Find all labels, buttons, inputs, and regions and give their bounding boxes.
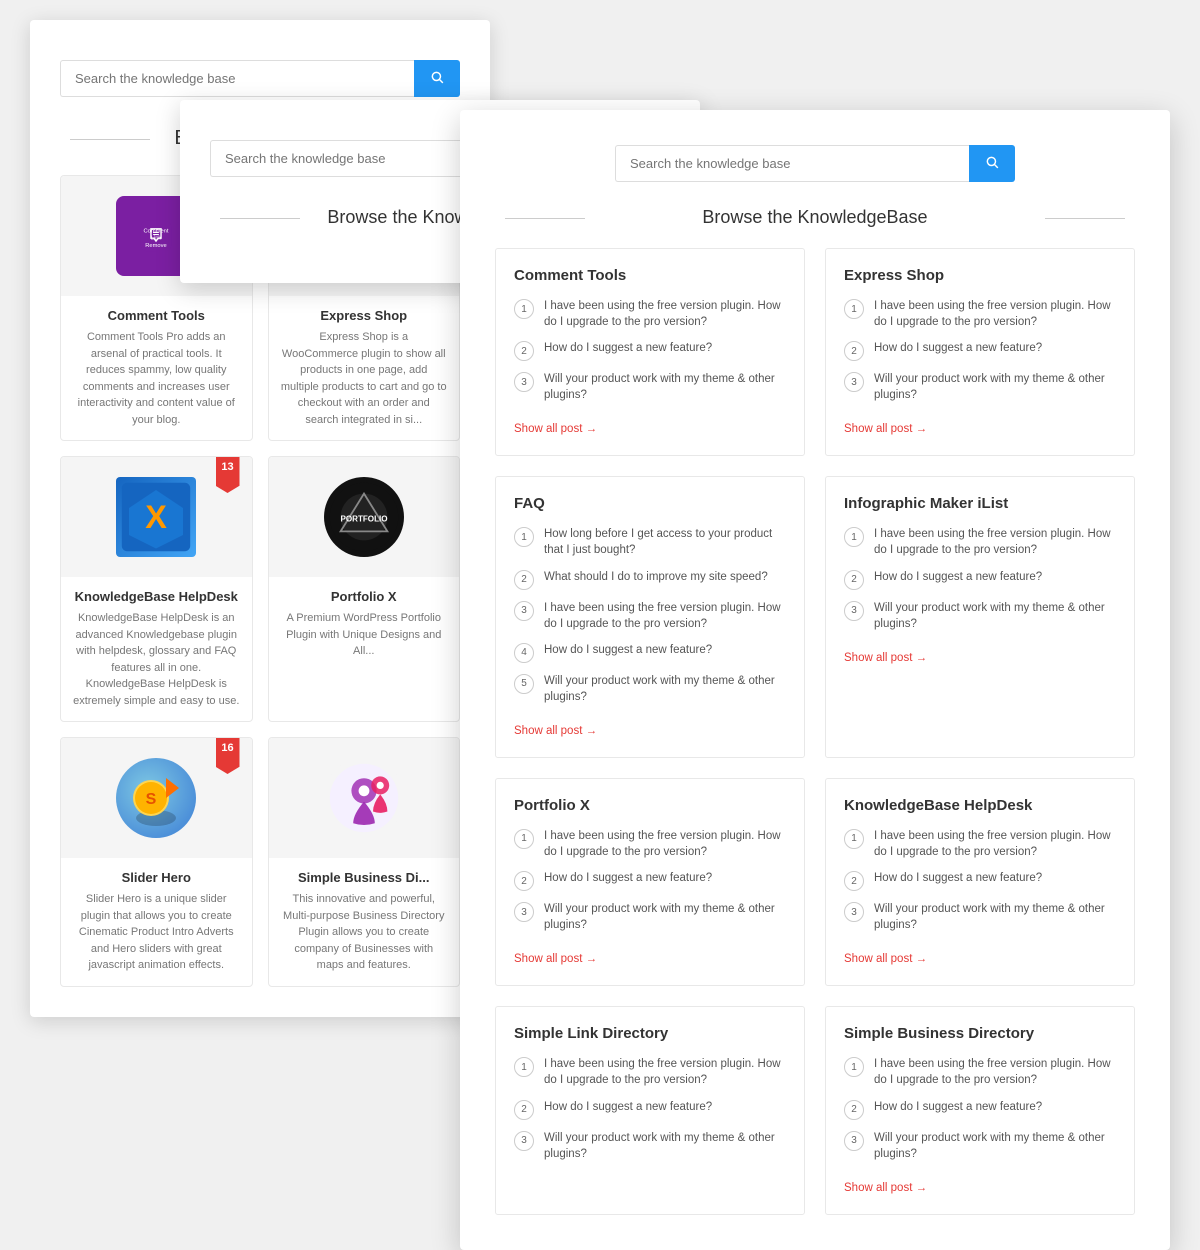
plugin-card-body-portfolio-x: Portfolio X A Premium WordPress Portfoli… — [269, 577, 460, 672]
plugin-card-image-slider-hero: 16 S — [61, 738, 252, 858]
plugin-name-portfolio-x: Portfolio X — [281, 589, 448, 604]
search-button-back[interactable] — [414, 60, 460, 97]
plugin-card-body-slider-hero: Slider Hero Slider Hero is a unique slid… — [61, 858, 252, 986]
kb-item: 1 I have been using the free version plu… — [514, 298, 786, 330]
browse-title-front: Browse the KnowledgeBase — [495, 207, 1135, 228]
plugin-desc-portfolio-x: A Premium WordPress Portfolio Plugin wit… — [281, 610, 448, 660]
plugin-desc-slider-hero: Slider Hero is a unique slider plugin th… — [73, 891, 240, 974]
plugin-desc-simple-biz: This innovative and powerful, Multi-purp… — [281, 891, 448, 974]
plugin-card-simple-biz[interactable]: Simple Business Di... This innovative an… — [268, 737, 461, 987]
show-all-infographic[interactable]: Show all post — [844, 652, 927, 664]
plugin-card-kb-helpdesk[interactable]: 13 X KnowledgeBase HelpDesk KnowledgeBas… — [60, 456, 253, 722]
kb-section-title-kb-helpdesk: KnowledgeBase HelpDesk — [844, 797, 1116, 814]
kb-item: 1 I have been using the free version plu… — [844, 526, 1116, 558]
plugin-desc-express-shop: Express Shop is a WooCommerce plugin to … — [281, 329, 448, 428]
plugin-name-simple-biz: Simple Business Di... — [281, 870, 448, 885]
plugin-card-portfolio-x[interactable]: PORTFOLIO Portfolio X A Premium WordPres… — [268, 456, 461, 722]
svg-text:X: X — [145, 499, 167, 535]
kb-item: 2 How do I suggest a new feature? — [514, 870, 786, 891]
kb-item: 5 Will your product work with my theme &… — [514, 673, 786, 705]
kb-sections-grid: Comment Tools 1 I have been using the fr… — [495, 248, 1135, 1215]
kb-section-title-simple-link: Simple Link Directory — [514, 1025, 786, 1042]
icon-slider-hero: S — [116, 758, 196, 838]
kb-section-faq: FAQ 1 How long before I get access to yo… — [495, 476, 805, 758]
search-button-front[interactable] — [969, 145, 1015, 182]
plugin-card-body-simple-biz: Simple Business Di... This innovative an… — [269, 858, 460, 986]
kb-item: 1 I have been using the free version plu… — [514, 828, 786, 860]
kb-item: 2 How do I suggest a new feature? — [844, 340, 1116, 361]
kb-item: 1 I have been using the free version plu… — [514, 1056, 786, 1088]
svg-text:S: S — [146, 791, 157, 808]
show-all-simple-biz[interactable]: Show all post — [844, 1182, 927, 1194]
plugin-name-kb-helpdesk: KnowledgeBase HelpDesk — [73, 589, 240, 604]
kb-section-simple-link: Simple Link Directory 1 I have been usin… — [495, 1006, 805, 1214]
kb-item: 3 Will your product work with my theme &… — [844, 600, 1116, 632]
plugin-name-express-shop: Express Shop — [281, 308, 448, 323]
kb-item: 2 How do I suggest a new feature? — [844, 1099, 1116, 1120]
kb-section-comment-tools: Comment Tools 1 I have been using the fr… — [495, 248, 805, 456]
kb-item: 3 I have been using the free version plu… — [514, 600, 786, 632]
card-layer-front: Browse the KnowledgeBase Comment Tools 1… — [460, 110, 1170, 1250]
plugin-grid: 12 Comment Link Remove Comment Tools Com… — [60, 175, 460, 987]
kb-item: 2 How do I suggest a new feature? — [844, 569, 1116, 590]
plugin-desc-comment-tools: Comment Tools Pro adds an arsenal of pra… — [73, 329, 240, 428]
search-bar-back — [60, 60, 460, 97]
kb-section-infographic: Infographic Maker iList 1 I have been us… — [825, 476, 1135, 758]
kb-item: 2 What should I do to improve my site sp… — [514, 569, 786, 590]
kb-item: 3 Will your product work with my theme &… — [844, 1130, 1116, 1162]
search-input-back[interactable] — [60, 60, 414, 97]
icon-simple-biz — [324, 758, 404, 838]
plugin-card-body-comment-tools: Comment Tools Comment Tools Pro adds an … — [61, 296, 252, 440]
badge-slider-hero: 16 — [216, 738, 240, 774]
kb-item: 2 How do I suggest a new feature? — [844, 870, 1116, 891]
kb-item: 1 I have been using the free version plu… — [844, 828, 1116, 860]
icon-kb-helpdesk: X — [116, 477, 196, 557]
plugin-card-image-kb-helpdesk: 13 X — [61, 457, 252, 577]
plugin-name-comment-tools: Comment Tools — [73, 308, 240, 323]
kb-section-title-simple-biz: Simple Business Directory — [844, 1025, 1116, 1042]
show-all-portfolio-x[interactable]: Show all post — [514, 953, 597, 965]
show-all-express-shop[interactable]: Show all post — [844, 423, 927, 435]
icon-portfolio-x: PORTFOLIO — [324, 477, 404, 557]
kb-section-kb-helpdesk: KnowledgeBase HelpDesk 1 I have been usi… — [825, 778, 1135, 986]
plugin-desc-kb-helpdesk: KnowledgeBase HelpDesk is an advanced Kn… — [73, 610, 240, 709]
kb-item: 4 How do I suggest a new feature? — [514, 642, 786, 663]
kb-item: 3 Will your product work with my theme &… — [844, 901, 1116, 933]
kb-section-title-express-shop: Express Shop — [844, 267, 1116, 284]
kb-section-title-faq: FAQ — [514, 495, 786, 512]
search-input-front[interactable] — [615, 145, 969, 182]
kb-section-title-infographic: Infographic Maker iList — [844, 495, 1116, 512]
kb-item: 2 How do I suggest a new feature? — [514, 340, 786, 361]
show-all-faq[interactable]: Show all post — [514, 725, 597, 737]
kb-item: 3 Will your product work with my theme &… — [514, 371, 786, 403]
show-all-kb-helpdesk[interactable]: Show all post — [844, 953, 927, 965]
kb-item: 1 How long before I get access to your p… — [514, 526, 786, 558]
svg-text:Remove: Remove — [146, 243, 167, 249]
kb-section-simple-biz: Simple Business Directory 1 I have been … — [825, 1006, 1135, 1214]
kb-item: 2 How do I suggest a new feature? — [514, 1099, 786, 1120]
plugin-card-image-simple-biz — [269, 738, 460, 858]
badge-kb-helpdesk: 13 — [216, 457, 240, 493]
kb-section-express-shop: Express Shop 1 I have been using the fre… — [825, 248, 1135, 456]
show-all-comment-tools[interactable]: Show all post — [514, 423, 597, 435]
kb-item: 3 Will your product work with my theme &… — [514, 1130, 786, 1162]
kb-item: 3 Will your product work with my theme &… — [844, 371, 1116, 403]
kb-section-portfolio-x: Portfolio X 1 I have been using the free… — [495, 778, 805, 986]
kb-item: 1 I have been using the free version plu… — [844, 1056, 1116, 1088]
plugin-card-image-portfolio-x: PORTFOLIO — [269, 457, 460, 577]
plugin-card-body-express-shop: Express Shop Express Shop is a WooCommer… — [269, 296, 460, 440]
kb-section-title-comment-tools: Comment Tools — [514, 267, 786, 284]
search-bar-front — [615, 145, 1015, 182]
plugin-card-slider-hero[interactable]: 16 S Slider Hero Slider Hero is a unique… — [60, 737, 253, 987]
kb-item: 1 I have been using the free version plu… — [844, 298, 1116, 330]
svg-text:PORTFOLIO: PORTFOLIO — [340, 515, 387, 524]
plugin-card-body-kb-helpdesk: KnowledgeBase HelpDesk KnowledgeBase Hel… — [61, 577, 252, 721]
kb-item: 3 Will your product work with my theme &… — [514, 901, 786, 933]
kb-section-title-portfolio-x: Portfolio X — [514, 797, 786, 814]
plugin-name-slider-hero: Slider Hero — [73, 870, 240, 885]
